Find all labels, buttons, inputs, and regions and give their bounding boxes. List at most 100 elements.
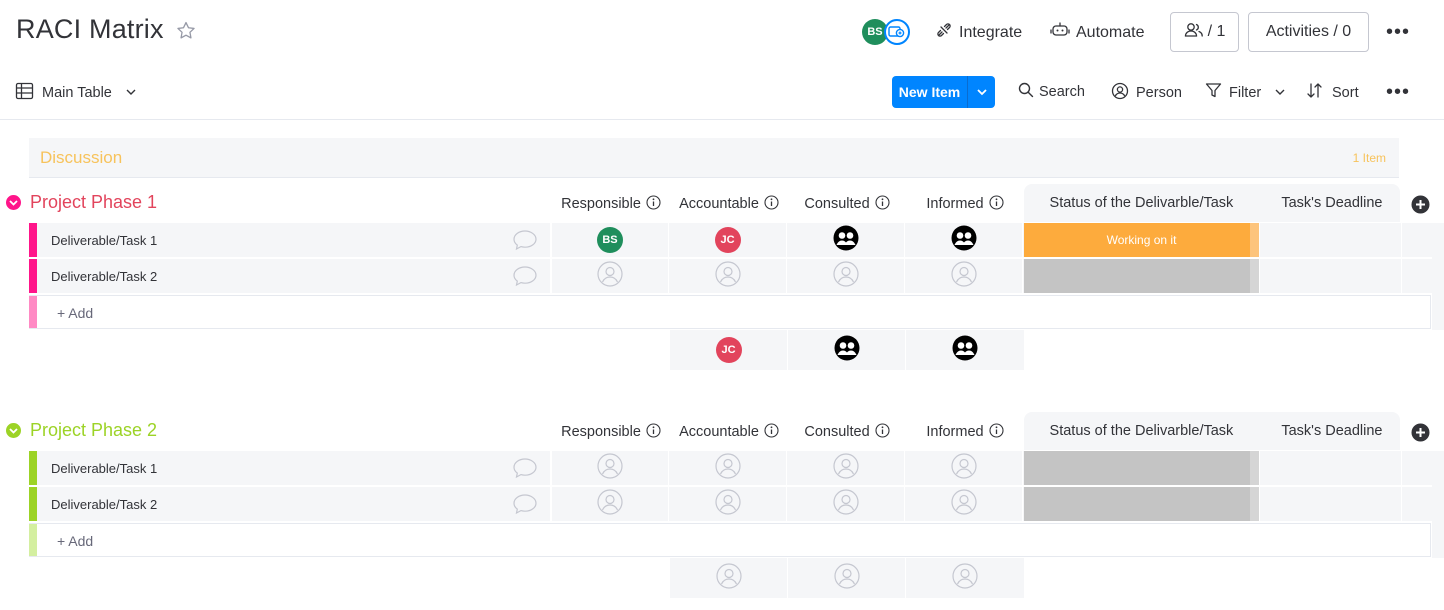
item-name-cell[interactable]: Deliverable/Task 2 <box>29 259 551 293</box>
deadline-cell[interactable] <box>1261 487 1402 521</box>
item-name[interactable]: Deliverable/Task 2 <box>51 497 157 512</box>
add-item-row[interactable]: + Add <box>29 295 1431 329</box>
group-color-bar <box>29 296 37 328</box>
deadline-cell[interactable] <box>1261 259 1402 293</box>
star-icon[interactable] <box>175 20 197 47</box>
automate-button[interactable]: Automate <box>1050 21 1144 44</box>
invite-members-button[interactable]: / 1 <box>1170 12 1239 52</box>
consulted-cell[interactable] <box>787 223 905 257</box>
add-item-label[interactable]: + Add <box>57 305 93 321</box>
column-header-accountable[interactable]: Accountable <box>670 185 788 223</box>
column-header-accountable[interactable]: Accountable <box>670 413 788 451</box>
responsible-cell[interactable]: BS <box>551 223 669 257</box>
informed-cell[interactable] <box>905 487 1023 521</box>
column-header-status[interactable]: Status of the Delivarble/Task <box>1024 423 1259 439</box>
person-label: Person <box>1136 85 1182 101</box>
new-item-dropdown-icon[interactable] <box>967 76 995 108</box>
robot-icon <box>1050 21 1070 44</box>
informed-cell[interactable] <box>905 259 1023 293</box>
informed-cell[interactable] <box>905 451 1023 485</box>
activities-button[interactable]: Activities / 0 <box>1248 12 1369 52</box>
column-header-deadline[interactable]: Task's Deadline <box>1264 195 1400 211</box>
search-button[interactable]: Search <box>1018 82 1085 102</box>
board-title[interactable]: RACI Matrix <box>16 14 164 45</box>
board-more-menu-icon[interactable]: ••• <box>1386 22 1410 42</box>
consulted-cell[interactable] <box>787 487 905 521</box>
column-header-informed[interactable]: Informed <box>906 185 1024 223</box>
item-name[interactable]: Deliverable/Task 1 <box>51 461 157 476</box>
info-icon[interactable] <box>989 194 1004 214</box>
item-name-cell[interactable]: Deliverable/Task 2 <box>29 487 551 521</box>
toolbar-more-menu-icon[interactable]: ••• <box>1386 82 1410 102</box>
status-cell[interactable]: Working on it <box>1024 223 1260 257</box>
discussion-group[interactable]: Discussion 1 Item <box>29 138 1399 178</box>
sort-button[interactable]: Sort <box>1306 82 1359 103</box>
discussion-title[interactable]: Discussion <box>40 148 122 168</box>
consulted-cell[interactable] <box>787 451 905 485</box>
filter-button[interactable]: Filter <box>1205 82 1286 103</box>
updates-bubble-icon[interactable] <box>512 456 538 485</box>
deadline-cell[interactable] <box>1261 223 1402 257</box>
accountable-cell[interactable] <box>669 451 787 485</box>
discussion-item-count: 1 Item <box>1352 151 1386 165</box>
person-icon <box>1111 82 1129 104</box>
group-title-project-phase-2[interactable]: Project Phase 2 <box>6 420 157 441</box>
deadline-cell[interactable] <box>1261 451 1402 485</box>
table-row[interactable]: Deliverable/Task 2 <box>29 487 1440 521</box>
accountable-cell[interactable] <box>669 487 787 521</box>
group-title-project-phase-1[interactable]: Project Phase 1 <box>6 192 157 213</box>
column-header-status[interactable]: Status of the Delivarble/Task <box>1024 195 1259 211</box>
add-item-label[interactable]: + Add <box>57 533 93 549</box>
view-selector[interactable]: Main Table <box>15 82 137 104</box>
item-name-cell[interactable]: Deliverable/Task 1 <box>29 223 551 257</box>
updates-bubble-icon[interactable] <box>512 492 538 521</box>
informed-cell[interactable] <box>905 223 1023 257</box>
item-name[interactable]: Deliverable/Task 1 <box>51 233 157 248</box>
item-name-cell[interactable]: Deliverable/Task 1 <box>29 451 551 485</box>
info-icon[interactable] <box>989 422 1004 442</box>
empty-person-icon <box>597 452 623 484</box>
integrate-icon <box>935 21 953 44</box>
accountable-cell[interactable] <box>669 259 787 293</box>
updates-bubble-icon[interactable] <box>512 228 538 257</box>
collapse-caret-icon[interactable] <box>6 423 21 438</box>
table-row[interactable]: Deliverable/Task 1 BS JC Working on it <box>29 223 1440 257</box>
info-icon[interactable] <box>875 422 890 442</box>
integrate-button[interactable]: Integrate <box>935 21 1022 44</box>
item-name[interactable]: Deliverable/Task 2 <box>51 269 157 284</box>
status-cell[interactable] <box>1024 259 1260 293</box>
column-header-deadline[interactable]: Task's Deadline <box>1264 423 1400 439</box>
team-avatar-icon <box>952 335 978 366</box>
status-cell[interactable] <box>1024 451 1260 485</box>
info-icon[interactable] <box>646 422 661 442</box>
board-members-avatars[interactable]: BS <box>862 17 914 47</box>
column-header-responsible[interactable]: Responsible <box>552 185 670 223</box>
collapse-caret-icon[interactable] <box>6 195 21 210</box>
responsible-cell[interactable] <box>551 451 669 485</box>
responsible-cell[interactable] <box>551 487 669 521</box>
toolbar-divider <box>0 119 1444 120</box>
consulted-cell[interactable] <box>787 259 905 293</box>
new-item-button[interactable]: New Item <box>892 76 995 108</box>
column-header-responsible[interactable]: Responsible <box>552 413 670 451</box>
column-header-informed[interactable]: Informed <box>906 413 1024 451</box>
responsible-cell[interactable] <box>551 259 669 293</box>
info-icon[interactable] <box>764 422 779 442</box>
column-header-consulted[interactable]: Consulted <box>788 185 906 223</box>
add-column-icon[interactable] <box>1411 195 1430 219</box>
table-row[interactable]: Deliverable/Task 2 <box>29 259 1440 293</box>
accountable-cell[interactable]: JC <box>669 223 787 257</box>
info-icon[interactable] <box>646 194 661 214</box>
table-row[interactable]: Deliverable/Task 1 <box>29 451 1440 485</box>
status-deadline-header: Status of the Delivarble/Task Task's Dea… <box>1024 184 1400 222</box>
updates-bubble-icon[interactable] <box>512 264 538 293</box>
person-filter-button[interactable]: Person <box>1111 82 1182 104</box>
status-cell[interactable] <box>1024 487 1260 521</box>
search-icon <box>1018 82 1034 102</box>
info-icon[interactable] <box>764 194 779 214</box>
add-column-icon[interactable] <box>1411 423 1430 447</box>
add-item-row[interactable]: + Add <box>29 523 1431 557</box>
info-icon[interactable] <box>875 194 890 214</box>
column-header-consulted[interactable]: Consulted <box>788 413 906 451</box>
chevron-down-icon[interactable] <box>1274 85 1286 101</box>
